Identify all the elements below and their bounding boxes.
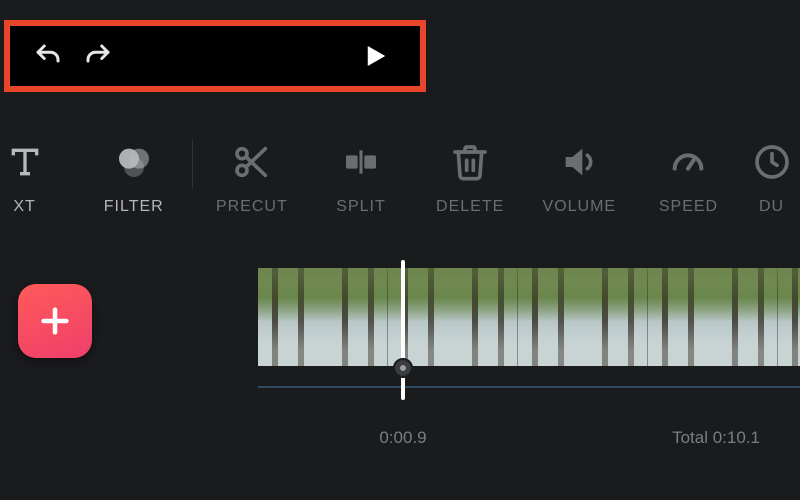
tool-split-label: SPLIT xyxy=(336,198,385,216)
tool-text-label: XT xyxy=(13,198,35,216)
playhead-handle[interactable] xyxy=(393,358,413,378)
tool-volume-label: VOLUME xyxy=(543,198,617,216)
toolbar-separator xyxy=(192,140,193,188)
clip-track[interactable] xyxy=(258,268,800,366)
tool-delete-label: DELETE xyxy=(436,198,504,216)
time-labels: 0:00.9 Total 0:10.1 xyxy=(0,428,800,452)
split-icon xyxy=(339,140,383,184)
tool-delete[interactable]: DELETE xyxy=(416,140,525,216)
playhead[interactable] xyxy=(401,260,405,400)
redo-icon xyxy=(83,41,113,71)
tool-text[interactable]: XT xyxy=(0,140,79,216)
gauge-icon xyxy=(666,140,710,184)
trash-icon xyxy=(448,140,492,184)
tool-filter[interactable]: FILTER xyxy=(79,140,188,216)
scissors-icon xyxy=(230,140,274,184)
tool-precut-label: PRECUT xyxy=(216,198,288,216)
undo-icon xyxy=(33,41,63,71)
undo-button[interactable] xyxy=(28,36,68,76)
clip-thumbnail[interactable] xyxy=(388,268,518,366)
plus-icon xyxy=(38,304,72,338)
tool-speed-label: SPEED xyxy=(659,198,718,216)
text-icon xyxy=(3,140,47,184)
play-icon xyxy=(359,41,389,71)
tool-split[interactable]: SPLIT xyxy=(306,140,415,216)
tool-duration[interactable]: DU xyxy=(743,140,800,216)
total-time: Total 0:10.1 xyxy=(672,428,760,448)
tool-filter-label: FILTER xyxy=(104,198,164,216)
clip-thumbnail[interactable] xyxy=(778,268,800,366)
filter-icon xyxy=(112,140,156,184)
play-button[interactable] xyxy=(354,36,394,76)
playback-bar-highlight xyxy=(4,20,426,92)
tool-duration-label: DU xyxy=(759,198,784,216)
track-rule xyxy=(258,386,800,388)
add-clip-button[interactable] xyxy=(18,284,92,358)
clip-thumbnail[interactable] xyxy=(648,268,778,366)
tool-precut[interactable]: PRECUT xyxy=(197,140,306,216)
clip-thumbnail[interactable] xyxy=(258,268,388,366)
editor-toolbar: XT FILTER PRECUT SPLIT DELETE VOLUME xyxy=(0,140,800,250)
volume-icon xyxy=(557,140,601,184)
clip-thumbnail[interactable] xyxy=(518,268,648,366)
tool-speed[interactable]: SPEED xyxy=(634,140,743,216)
tool-volume[interactable]: VOLUME xyxy=(525,140,634,216)
timeline: 0:00.9 Total 0:10.1 xyxy=(0,260,800,470)
clock-icon xyxy=(750,140,794,184)
redo-button[interactable] xyxy=(78,36,118,76)
current-time: 0:00.9 xyxy=(379,428,426,448)
